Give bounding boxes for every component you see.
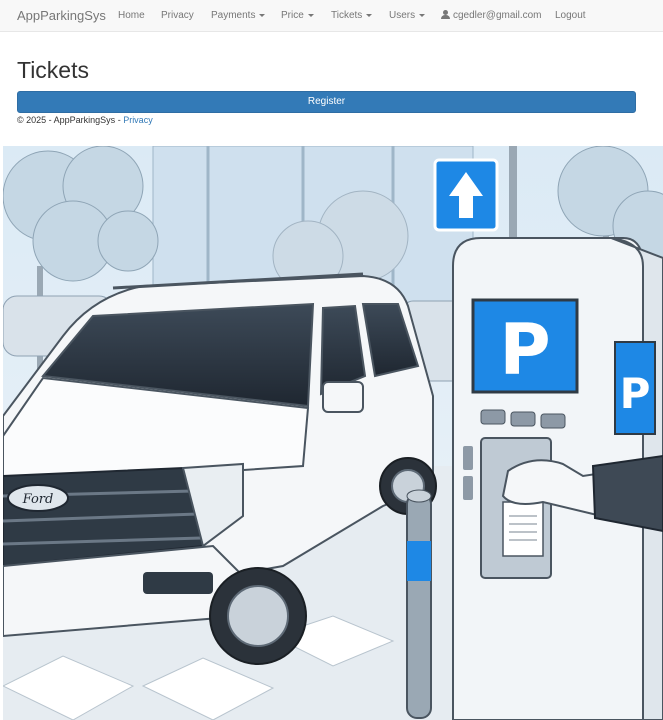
parking-ticket-machine: P P — [452, 237, 663, 720]
caret-down-icon — [307, 13, 314, 17]
footer-copyright: © 2025 - AppParkingSys - — [17, 115, 124, 125]
nav-user-account[interactable]: cgedler@gmail.com — [441, 10, 542, 21]
register-button[interactable]: Register — [17, 91, 636, 113]
nav-logout[interactable]: Logout — [555, 10, 586, 21]
truck-badge-text: Ford — [22, 492, 54, 507]
footer: © 2025 - AppParkingSys - Privacy — [17, 115, 153, 125]
caret-down-icon — [366, 13, 373, 17]
top-navbar: AppParkingSys Home Privacy Payments Pric… — [0, 0, 663, 32]
nav-home[interactable]: Home — [118, 10, 145, 21]
bollard — [406, 489, 432, 719]
side-p-sign: P — [620, 369, 651, 418]
footer-privacy-link[interactable]: Privacy — [123, 115, 153, 125]
nav-users-dropdown[interactable]: Users — [389, 10, 426, 21]
page-title: Tickets — [17, 57, 89, 83]
brand-link[interactable]: AppParkingSys — [17, 8, 106, 23]
caret-down-icon — [419, 13, 426, 17]
nav-privacy[interactable]: Privacy — [161, 10, 194, 21]
nav-tickets-dropdown[interactable]: Tickets — [331, 10, 373, 21]
parking-sign-p: P — [499, 309, 550, 391]
arm-sleeve — [591, 454, 663, 533]
caret-down-icon — [259, 13, 266, 17]
parking-ticket — [502, 501, 544, 557]
parking-illustration: Ford P P — [3, 146, 663, 720]
user-icon — [441, 10, 450, 19]
nav-price-dropdown[interactable]: Price — [281, 10, 314, 21]
nav-payments-dropdown[interactable]: Payments — [211, 10, 266, 21]
